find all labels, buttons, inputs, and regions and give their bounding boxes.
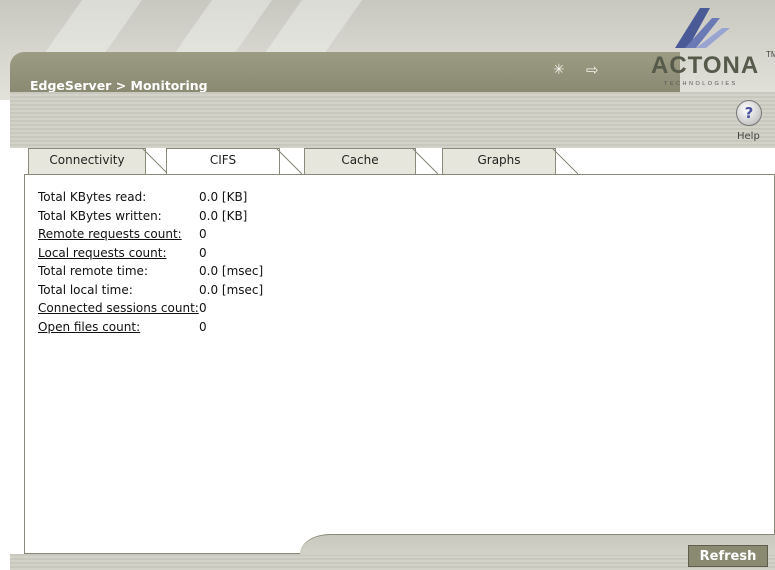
stat-value: 0	[199, 245, 207, 260]
stat-value: 0.0 [KB]	[199, 190, 248, 204]
breadcrumb: EdgeServer > Monitoring	[30, 78, 208, 93]
help-icon[interactable]: ?	[736, 100, 762, 126]
tab-label: Connectivity	[49, 153, 125, 167]
tab-graphs[interactable]: Graphs	[442, 148, 578, 174]
logo-subtitle: TECHNOLOGIES	[664, 81, 738, 87]
stat-value: 0	[199, 319, 207, 334]
wand-icon[interactable]: ✳	[553, 62, 565, 78]
logout-icon[interactable]: ⇨	[586, 61, 599, 79]
tab-label: CIFS	[209, 153, 237, 167]
stat-value: 0	[199, 301, 207, 315]
remote-requests-link[interactable]: Remote requests count:	[38, 227, 182, 241]
toolbar	[10, 92, 775, 148]
help-label[interactable]: Help	[737, 131, 760, 142]
stat-value: 0	[199, 227, 207, 241]
stat-label: Total KBytes written:	[38, 208, 162, 223]
logo-wordmark: ACTONA	[651, 52, 760, 79]
logo-trademark: TM	[766, 50, 775, 59]
stat-value: 0.0 [KB]	[199, 208, 248, 223]
stat-label: Total remote time:	[38, 264, 148, 278]
tab-label: Cache	[341, 153, 379, 167]
tab-label: Graphs	[477, 153, 521, 167]
refresh-button[interactable]: Refresh	[688, 545, 768, 567]
tab-cache[interactable]: Cache	[304, 148, 438, 174]
stat-value: 0.0 [msec]	[199, 264, 264, 278]
connected-sessions-link[interactable]: Connected sessions count:	[38, 301, 199, 315]
stat-value: 0.0 [msec]	[199, 282, 264, 297]
stat-label: Total KBytes read:	[38, 190, 147, 204]
local-requests-link[interactable]: Local requests count:	[38, 246, 167, 260]
stat-label: Total local time:	[38, 282, 133, 297]
tab-cifs[interactable]: CIFS	[166, 148, 302, 174]
footer-bar	[10, 554, 775, 570]
open-files-link[interactable]: Open files count:	[38, 320, 140, 334]
tab-connectivity[interactable]: Connectivity	[28, 148, 168, 174]
